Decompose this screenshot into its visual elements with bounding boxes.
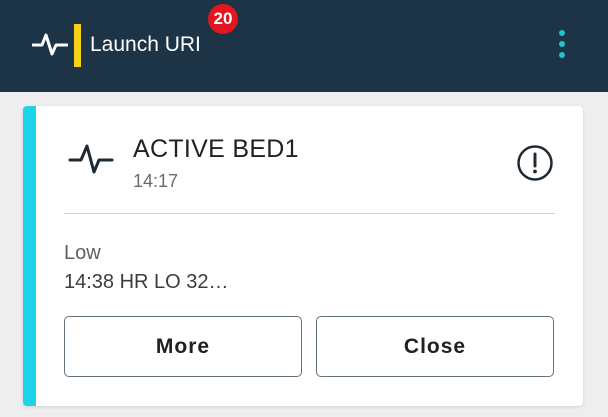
notification-count-badge: 20 — [208, 4, 238, 34]
alert-card[interactable]: ACTIVE BED1 14:17 Low 14:38 HR LO 32… Mo… — [23, 106, 583, 406]
menu-dot — [559, 52, 565, 58]
menu-dot — [559, 41, 565, 47]
divider — [64, 213, 555, 214]
heartbeat-icon — [68, 144, 114, 174]
close-button[interactable]: Close — [316, 316, 554, 377]
app-title: Launch URI — [90, 33, 201, 56]
heartbeat-icon — [32, 33, 68, 56]
alert-message: 14:38 HR LO 32… — [64, 271, 229, 293]
more-button[interactable]: More — [64, 316, 302, 377]
alert-circle-icon — [517, 145, 553, 181]
app-bar: Launch URI 20 — [0, 0, 608, 92]
accent-bar — [74, 24, 81, 67]
alert-severity: Low — [64, 242, 101, 264]
severity-stripe — [23, 106, 36, 406]
alert-title: ACTIVE BED1 — [133, 135, 299, 163]
alert-time: 14:17 — [133, 171, 179, 191]
menu-dot — [559, 30, 565, 36]
more-vertical-icon[interactable] — [550, 28, 574, 60]
